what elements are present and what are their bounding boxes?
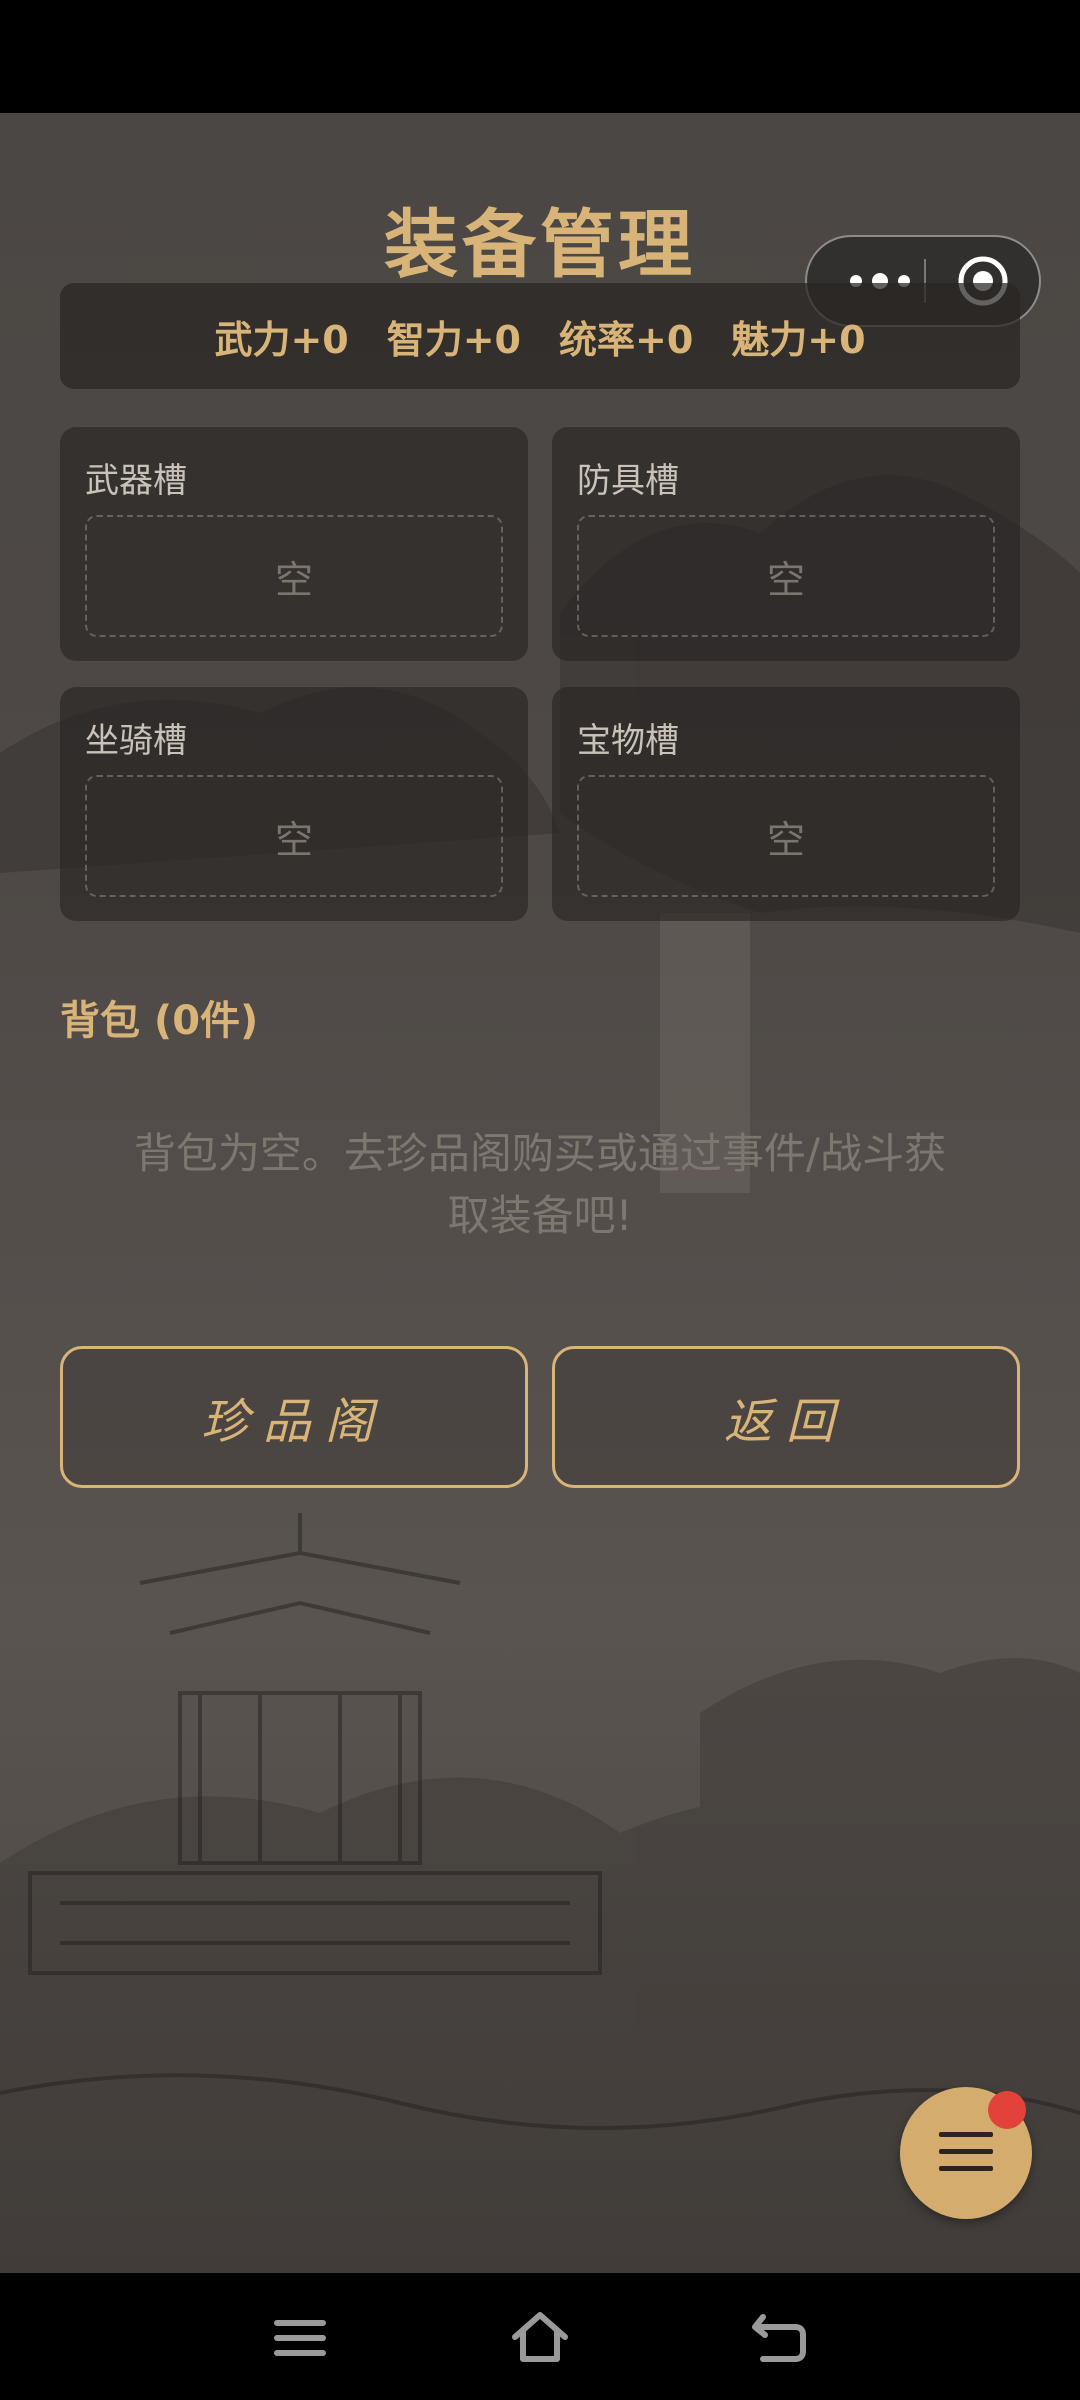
- stat-strength: 武力+0: [214, 317, 349, 362]
- slot-label: 防具槽: [577, 461, 679, 501]
- recent-apps-icon[interactable]: [265, 2303, 335, 2373]
- slot-label: 武器槽: [85, 461, 187, 501]
- status-bar: [0, 0, 1080, 113]
- back-button[interactable]: 返回: [552, 1346, 1020, 1488]
- slot-empty-box[interactable]: 空: [85, 775, 503, 897]
- notification-badge: [988, 2091, 1026, 2129]
- back-icon[interactable]: [745, 2303, 815, 2373]
- shop-button[interactable]: 珍品阁: [60, 1346, 528, 1488]
- floating-menu-button[interactable]: [900, 2087, 1032, 2219]
- equipment-page: 装备管理 武力+0 智力+0 统率+0 魅力+0 武器槽 空 防具槽 空 坐骑槽…: [0, 113, 1080, 2273]
- backpack-empty-message: 背包为空。去珍品阁购买或通过事件/战斗获 取装备吧!: [110, 1123, 970, 1247]
- menu-icon: [939, 2132, 993, 2183]
- treasure-slot[interactable]: 宝物槽 空: [552, 687, 1020, 921]
- slot-empty-box[interactable]: 空: [577, 775, 995, 897]
- stat-charm: 魅力+0: [731, 317, 866, 362]
- slot-label: 坐骑槽: [85, 721, 187, 761]
- system-navigation-bar: [0, 2273, 1080, 2400]
- slot-empty-box[interactable]: 空: [577, 515, 995, 637]
- armor-slot[interactable]: 防具槽 空: [552, 427, 1020, 661]
- empty-message-line: 取装备吧!: [447, 1191, 633, 1240]
- home-icon[interactable]: [505, 2303, 575, 2373]
- weapon-slot[interactable]: 武器槽 空: [60, 427, 528, 661]
- mount-slot[interactable]: 坐骑槽 空: [60, 687, 528, 921]
- slot-empty-box[interactable]: 空: [85, 515, 503, 637]
- attribute-summary: 武力+0 智力+0 统率+0 魅力+0: [60, 283, 1020, 389]
- stat-intelligence: 智力+0: [386, 317, 521, 362]
- backpack-title: 背包 (0件): [60, 998, 259, 1044]
- empty-message-line: 背包为空。去珍品阁购买或通过事件/战斗获: [133, 1129, 947, 1178]
- stat-command: 统率+0: [559, 317, 694, 362]
- slot-label: 宝物槽: [577, 721, 679, 761]
